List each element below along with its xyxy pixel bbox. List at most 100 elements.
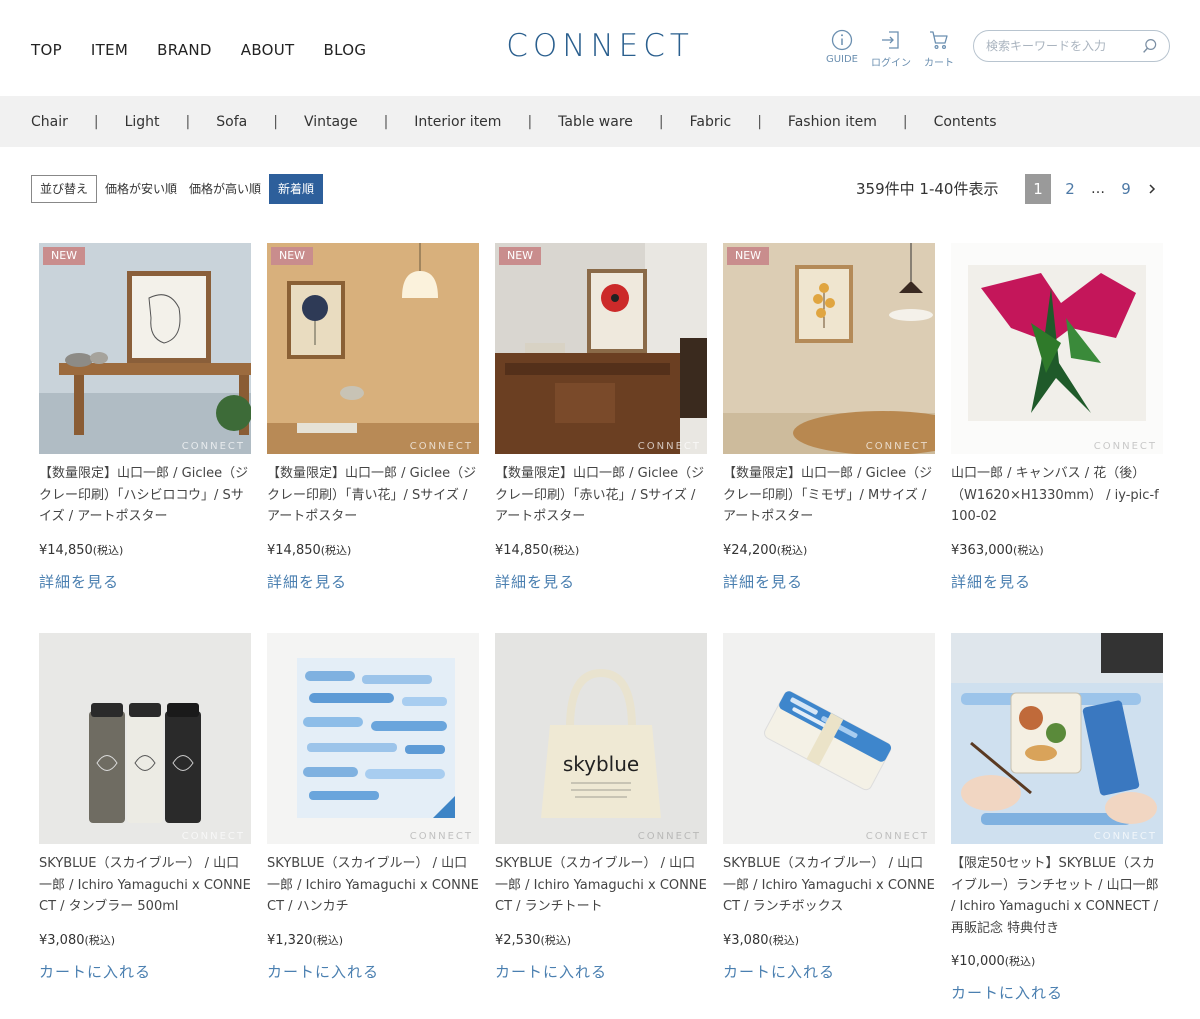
sort-price-asc[interactable]: 価格が安い順 (105, 175, 177, 203)
category-label: Table ware (558, 114, 633, 130)
new-badge: NEW (271, 247, 314, 265)
product-name[interactable]: SKYBLUE（スカイブルー） / 山口一郎 / Ichiro Yamaguch… (267, 853, 479, 918)
product-card[interactable]: NEW CONNECT 【数量限定】山口一郎 / Giclee（ジクレー印刷）「… (495, 243, 707, 592)
product-name[interactable]: 【数量限定】山口一郎 / Giclee（ジクレー印刷）「ミモザ」/ Mサイズ /… (723, 463, 935, 528)
product-image[interactable]: CONNECT (723, 633, 935, 844)
info-icon (831, 29, 853, 51)
product-image[interactable]: NEW CONNECT (39, 243, 251, 454)
category-table-ware[interactable]: Table ware | (558, 112, 689, 132)
category-contents[interactable]: Contents (934, 112, 997, 132)
category-interior-item[interactable]: Interior item | (414, 112, 558, 132)
product-card[interactable]: NEW CONNECT 【数量限定】山口一郎 / Giclee（ジクレー印刷）「… (267, 243, 479, 592)
detail-link[interactable]: 詳細を見る (39, 572, 251, 592)
add-to-cart-link[interactable]: カートに入れる (951, 983, 1163, 1003)
product-image[interactable]: NEW CONNECT (495, 243, 707, 454)
watermark: CONNECT (181, 831, 245, 842)
sort-price-desc[interactable]: 価格が高い順 (189, 175, 261, 203)
detail-link[interactable]: 詳細を見る (267, 572, 479, 592)
category-label: Vintage (303, 114, 358, 130)
login-label: ログイン (871, 58, 911, 69)
product-card[interactable]: skyblue CONNECT SKYBLUE（スカイブルー） / 山口一郎 /… (495, 633, 707, 982)
product-card[interactable]: CONNECT SKYBLUE（スカイブルー） / 山口一郎 / Ichiro … (267, 633, 479, 982)
next-page-button[interactable] (1139, 174, 1165, 204)
product-price: ¥14,850(税込) (495, 541, 707, 561)
category-sofa[interactable]: Sofa | (216, 112, 304, 132)
price-value: ¥363,000 (951, 542, 1014, 558)
product-price: ¥14,850(税込) (39, 541, 251, 561)
add-to-cart-link[interactable]: カートに入れる (723, 962, 935, 982)
add-to-cart-link[interactable]: カートに入れる (495, 962, 707, 982)
product-card[interactable]: CONNECT 【限定50セット】SKYBLUE（スカイブルー）ランチセット /… (951, 633, 1163, 1003)
new-badge: NEW (727, 247, 770, 265)
product-card[interactable]: NEW CONNECT 【数量限定】山口一郎 / Giclee（ジクレー印刷）「… (39, 243, 251, 592)
product-card[interactable]: CONNECT SKYBLUE（スカイブルー） / 山口一郎 / Ichiro … (723, 633, 935, 982)
product-price: ¥3,080(税込) (723, 931, 935, 951)
product-name[interactable]: SKYBLUE（スカイブルー） / 山口一郎 / Ichiro Yamaguch… (723, 853, 935, 918)
category-light[interactable]: Light | (125, 112, 217, 132)
product-name[interactable]: 山口一郎 / キャンバス / 花（後）（W1620×H1330mm） / iy-… (951, 463, 1163, 528)
login-button[interactable]: ログイン (869, 28, 913, 69)
tote-print: skyblue (563, 752, 639, 776)
search-box (973, 30, 1170, 62)
tax-label: (税込) (84, 933, 116, 947)
product-name[interactable]: 【数量限定】山口一郎 / Giclee（ジクレー印刷）「青い花」/ Sサイズ /… (267, 463, 479, 528)
category-label: Fashion item (787, 114, 877, 130)
divider: | (658, 114, 664, 130)
search-icon[interactable] (1141, 37, 1159, 55)
category-fabric[interactable]: Fabric | (690, 112, 788, 132)
price-value: ¥14,850 (267, 542, 321, 558)
new-badge: NEW (43, 247, 86, 265)
product-image[interactable]: CONNECT (951, 633, 1163, 844)
page-last[interactable]: 9 (1113, 174, 1139, 204)
watermark: CONNECT (1093, 441, 1157, 452)
product-card[interactable]: CONNECT 山口一郎 / キャンバス / 花（後）（W1620×H1330m… (951, 243, 1163, 592)
tax-label: (税込) (548, 543, 580, 557)
new-badge: NEW (499, 247, 542, 265)
category-fashion-item[interactable]: Fashion item | (788, 112, 934, 132)
product-card[interactable]: NEW CONNECT 【数量限定】山口一郎 / Giclee（ジクレー印刷）「… (723, 243, 935, 592)
product-price: ¥2,530(税込) (495, 931, 707, 951)
search-input[interactable] (986, 37, 1136, 55)
product-image[interactable]: CONNECT (951, 243, 1163, 454)
price-value: ¥10,000 (951, 954, 1005, 969)
tax-label: (税込) (1004, 955, 1036, 968)
category-vintage[interactable]: Vintage | (304, 112, 414, 132)
product-name[interactable]: SKYBLUE（スカイブルー） / 山口一郎 / Ichiro Yamaguch… (495, 853, 707, 918)
cart-icon (930, 31, 948, 50)
detail-link[interactable]: 詳細を見る (495, 572, 707, 592)
product-card[interactable]: CONNECT SKYBLUE（スカイブルー） / 山口一郎 / Ichiro … (39, 633, 251, 982)
watermark: CONNECT (409, 441, 473, 452)
detail-link[interactable]: 詳細を見る (951, 572, 1163, 592)
product-name[interactable]: 【数量限定】山口一郎 / Giclee（ジクレー印刷）「ハシビロコウ」/ Sサイ… (39, 463, 251, 528)
page-current[interactable]: 1 (1025, 174, 1051, 204)
category-label: Fabric (689, 114, 732, 130)
product-image[interactable]: NEW CONNECT (723, 243, 935, 454)
product-image[interactable]: CONNECT (267, 633, 479, 844)
product-name[interactable]: 【限定50セット】SKYBLUE（スカイブルー）ランチセット / 山口一郎 / … (951, 853, 1163, 939)
tax-label: (税込) (776, 543, 808, 557)
category-chair[interactable]: Chair | (31, 112, 125, 132)
product-name[interactable]: SKYBLUE（スカイブルー） / 山口一郎 / Ichiro Yamaguch… (39, 853, 251, 918)
product-image[interactable]: NEW CONNECT (267, 243, 479, 454)
category-list: Chair | Light | Sofa | Vintage | Interior it… (31, 112, 997, 132)
product-image[interactable]: skyblue CONNECT (495, 633, 707, 844)
login-icon (882, 31, 899, 49)
watermark: CONNECT (865, 441, 929, 452)
divider: | (273, 114, 278, 130)
sort-newest[interactable]: 新着順 (269, 174, 324, 204)
category-bar: Chair | Light | Sofa | Vintage | Interior it… (0, 96, 1200, 147)
add-to-cart-link[interactable]: カートに入れる (267, 962, 479, 982)
watermark: CONNECT (1093, 831, 1157, 842)
add-to-cart-link[interactable]: カートに入れる (39, 962, 251, 982)
detail-link[interactable]: 詳細を見る (723, 572, 935, 592)
guide-button[interactable]: GUIDE (820, 28, 864, 65)
result-count: 359件中 1-40件表示 (856, 180, 999, 198)
product-image[interactable]: CONNECT (39, 633, 251, 844)
page-link[interactable]: 2 (1057, 174, 1083, 204)
cart-button[interactable]: カート (917, 28, 961, 69)
sort-controls: 並び替え 価格が安い順 価格が高い順 新着順 (31, 174, 335, 204)
category-label: Chair (31, 114, 68, 130)
price-value: ¥3,080 (723, 932, 769, 948)
product-name[interactable]: 【数量限定】山口一郎 / Giclee（ジクレー印刷）「赤い花」/ Sサイズ /… (495, 463, 707, 528)
divider: | (902, 114, 908, 130)
